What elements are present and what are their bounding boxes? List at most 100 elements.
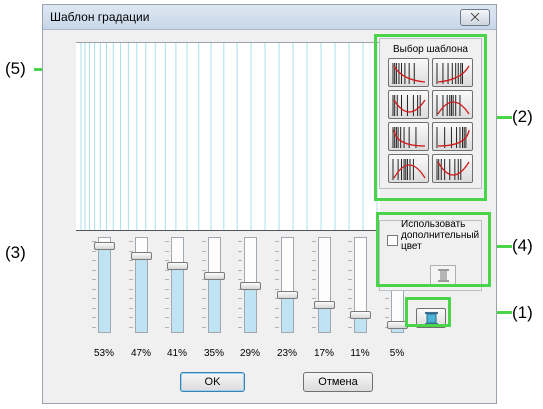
slider-tick	[202, 326, 206, 328]
density-slider-track[interactable]	[318, 237, 331, 333]
density-percent-label: 41%	[166, 348, 187, 359]
slider-tick	[165, 298, 169, 299]
density-slider-track[interactable]	[98, 237, 111, 333]
slider-tick	[275, 269, 279, 271]
callout-5: (5)	[5, 59, 26, 78]
callout-4: (4)	[512, 236, 533, 255]
slider-tick	[92, 288, 96, 290]
slider-tick	[312, 317, 316, 318]
density-slider-fill	[99, 245, 110, 332]
slider-tick	[348, 260, 352, 261]
slider-tick	[238, 250, 242, 252]
slider-tick	[238, 326, 242, 328]
slider-tick	[129, 241, 133, 242]
slider-tick	[92, 279, 96, 280]
slider-tick	[238, 298, 242, 299]
callout-1: (1)	[512, 303, 533, 322]
density-slider-track[interactable]	[281, 237, 294, 333]
slider-tick	[275, 279, 279, 280]
stitch-preview-stripes	[80, 43, 378, 230]
slider-tick	[202, 298, 206, 299]
slider-tick	[202, 317, 206, 318]
callout-4-highlight	[376, 212, 491, 287]
slider-tick	[129, 288, 133, 290]
callout-2-highlight	[374, 34, 487, 201]
density-percent-label: 11%	[350, 348, 370, 359]
slider-tick	[129, 298, 133, 299]
slider-tick	[312, 326, 316, 328]
slider-tick	[275, 260, 279, 261]
slider-tick	[348, 241, 352, 242]
slider-tick	[165, 260, 169, 261]
density-slider-fill	[245, 285, 256, 332]
density-slider-thumb[interactable]	[240, 282, 261, 290]
density-percent-label: 35%	[203, 348, 224, 359]
slider-tick	[312, 288, 316, 290]
slider-tick	[92, 269, 96, 271]
density-slider-fill	[282, 294, 293, 332]
slider-tick	[202, 260, 206, 261]
slider-tick	[238, 317, 242, 318]
slider-tick	[385, 307, 389, 309]
slider-tick	[312, 269, 316, 271]
density-percent-label: 17%	[313, 348, 334, 359]
slider-tick	[165, 288, 169, 290]
slider-tick	[312, 279, 316, 280]
slider-tick	[202, 241, 206, 242]
density-percent-label: 47%	[130, 348, 151, 359]
slider-tick	[312, 241, 316, 242]
density-slider-thumb[interactable]	[350, 311, 371, 319]
density-slider-fill	[172, 265, 183, 332]
density-slider-track[interactable]	[171, 237, 184, 333]
slider-tick	[238, 279, 242, 280]
density-percent-label: 5%	[389, 348, 405, 359]
slider-tick	[129, 317, 133, 318]
slider-tick	[312, 250, 316, 252]
slider-tick	[275, 307, 279, 309]
slider-tick	[238, 260, 242, 261]
slider-tick	[92, 250, 96, 252]
slider-tick	[202, 269, 206, 271]
slider-tick	[165, 317, 169, 318]
slider-tick	[348, 326, 352, 328]
density-percent-label: 23%	[276, 348, 297, 359]
ok-button[interactable]: OK	[180, 372, 245, 392]
close-icon	[470, 13, 480, 21]
slider-tick	[129, 260, 133, 261]
slider-tick	[385, 298, 389, 299]
slider-tick	[129, 326, 133, 328]
density-slider-thumb[interactable]	[277, 291, 298, 299]
density-slider-thumb[interactable]	[94, 242, 115, 250]
dialog-title: Шаблон градации	[50, 10, 150, 24]
slider-tick	[92, 298, 96, 299]
callout-1-highlight	[405, 297, 451, 327]
callout-2: (2)	[512, 107, 533, 126]
slider-tick	[348, 298, 352, 299]
density-slider-thumb[interactable]	[131, 252, 152, 260]
slider-tick	[275, 288, 279, 290]
callout-3: (3)	[5, 243, 26, 262]
density-slider-thumb[interactable]	[167, 262, 188, 270]
slider-tick	[165, 307, 169, 309]
density-percent-label: 29%	[239, 348, 260, 359]
slider-tick	[92, 326, 96, 328]
slider-tick	[92, 260, 96, 261]
density-slider-fill	[209, 275, 220, 332]
density-slider-track[interactable]	[208, 237, 221, 333]
slider-tick	[129, 269, 133, 271]
slider-tick	[165, 279, 169, 280]
density-slider-fill	[136, 255, 147, 332]
slider-tick	[275, 317, 279, 318]
slider-tick	[275, 326, 279, 328]
density-slider-thumb[interactable]	[314, 301, 335, 309]
cancel-button[interactable]: Отмена	[303, 372, 373, 392]
title-bar: Шаблон градации	[43, 5, 496, 30]
density-slider-thumb[interactable]	[204, 272, 225, 280]
slider-tick	[348, 279, 352, 280]
close-button[interactable]	[460, 9, 490, 26]
slider-tick	[348, 250, 352, 252]
slider-tick	[92, 317, 96, 318]
slider-tick	[202, 288, 206, 290]
slider-tick	[129, 307, 133, 309]
slider-tick	[348, 307, 352, 309]
